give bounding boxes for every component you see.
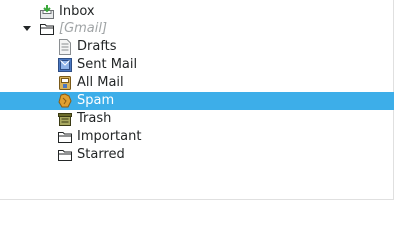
sent-mail-icon (57, 57, 73, 73)
folder-item-all-mail[interactable]: All Mail (0, 74, 394, 92)
folder-label: All Mail (77, 75, 124, 90)
folder-item-drafts[interactable]: Drafts (0, 38, 394, 56)
divider (0, 199, 394, 200)
folder-label: Spam (77, 93, 115, 108)
folder-item-gmail[interactable]: [Gmail] (0, 20, 394, 38)
folder-item-starred[interactable]: Starred (0, 146, 394, 164)
trash-icon (57, 111, 73, 127)
folder-item-inbox[interactable]: Inbox (0, 3, 394, 21)
folder-tree: Inbox [Gmail] Drafts Sent Mail All Mail … (0, 0, 394, 200)
folder-label: Drafts (77, 39, 117, 54)
folder-item-sent-mail[interactable]: Sent Mail (0, 56, 394, 74)
all-mail-icon (57, 75, 73, 91)
folder-item-trash[interactable]: Trash (0, 110, 394, 128)
folder-label: Sent Mail (77, 57, 138, 72)
spam-icon (57, 93, 73, 109)
folder-item-important[interactable]: Important (0, 128, 394, 146)
inbox-icon (39, 4, 55, 20)
folder-item-spam[interactable]: Spam (0, 92, 394, 110)
folder-label: Trash (77, 111, 112, 126)
folder-icon (39, 21, 55, 37)
folder-label: Starred (77, 147, 125, 162)
folder-icon (57, 147, 73, 163)
folder-label: Inbox (59, 4, 95, 19)
folder-icon (57, 129, 73, 145)
chevron-down-icon[interactable] (22, 20, 34, 38)
folder-label: Important (77, 129, 142, 144)
drafts-icon (57, 39, 73, 55)
folder-label: [Gmail] (59, 21, 108, 36)
